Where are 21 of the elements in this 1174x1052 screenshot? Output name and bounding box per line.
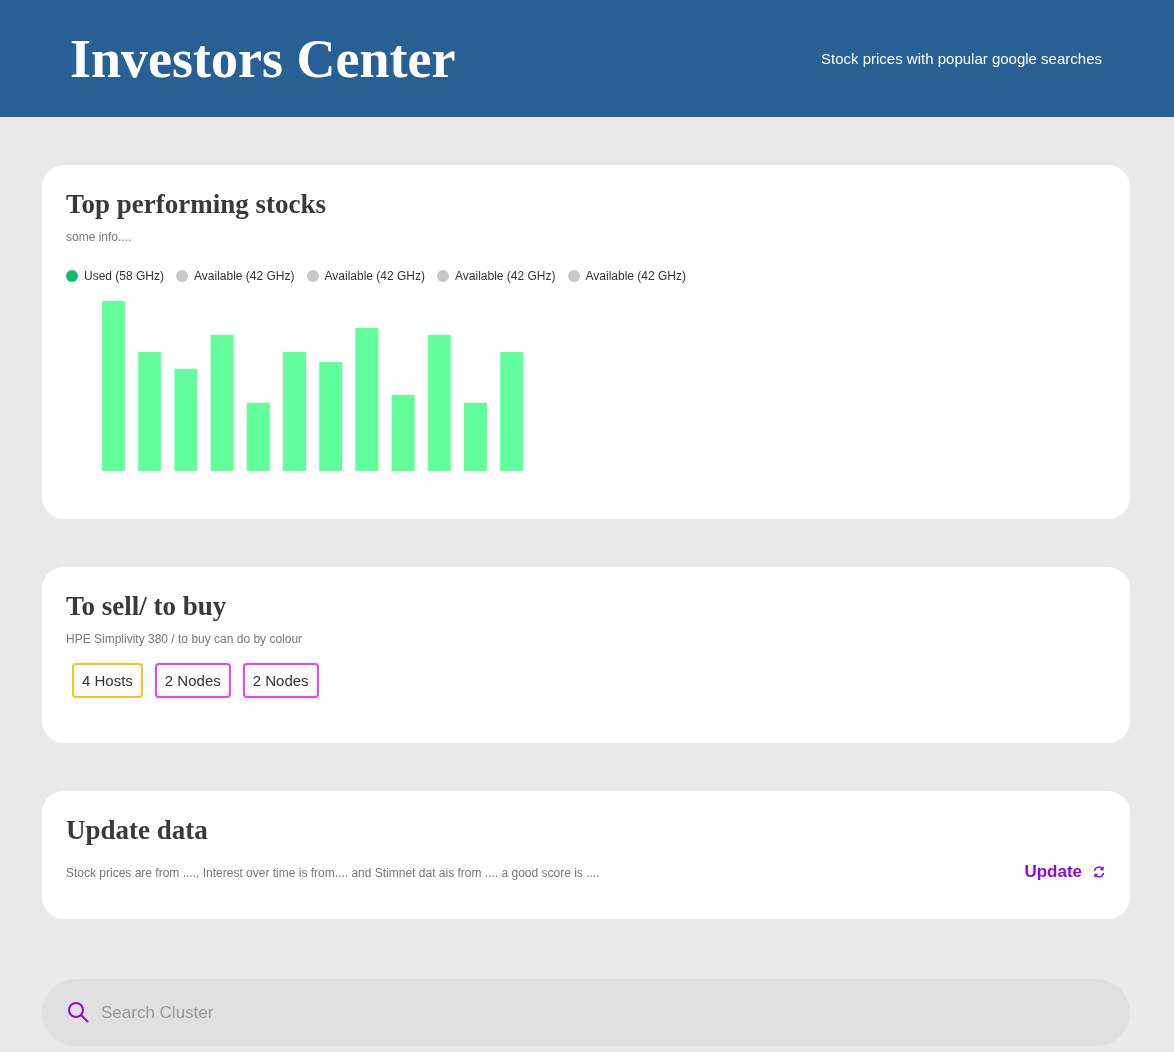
legend-label: Available (42 GHz) — [324, 269, 426, 283]
card-title: Top performing stocks — [66, 189, 328, 220]
app-title: Investors Center — [70, 27, 456, 90]
chart-bar — [464, 403, 487, 471]
legend-label: Available (42 GHz) — [194, 269, 295, 283]
update-button[interactable]: Update — [1024, 862, 1106, 882]
card-title: To sell/ to buy — [66, 591, 228, 622]
card-info: HPE Simplivity 380 / to buy can do by colour — [66, 632, 303, 646]
tag: 2 Nodes — [154, 663, 231, 698]
tag: 2 Nodes — [242, 663, 319, 698]
legend-label: Available (42 GHz) — [455, 269, 556, 283]
card-title: Update data — [66, 815, 209, 846]
card-info: some info.... — [66, 230, 132, 244]
refresh-icon — [1092, 865, 1106, 879]
legend-label: Available (42 GHz) — [585, 269, 687, 283]
card-info: Stock prices are from ...., Interest over time is from.... and Stimnet dat ais from .... a good score is .... — [66, 866, 600, 880]
app-subtitle: Stock prices with popular google searches — [821, 50, 1102, 67]
search-field[interactable]: Search Cluster — [42, 979, 1130, 1046]
tag: 4 Hosts — [72, 663, 143, 698]
chart-bar — [246, 403, 270, 471]
legend-label: Used (58 GHz) — [84, 269, 165, 283]
